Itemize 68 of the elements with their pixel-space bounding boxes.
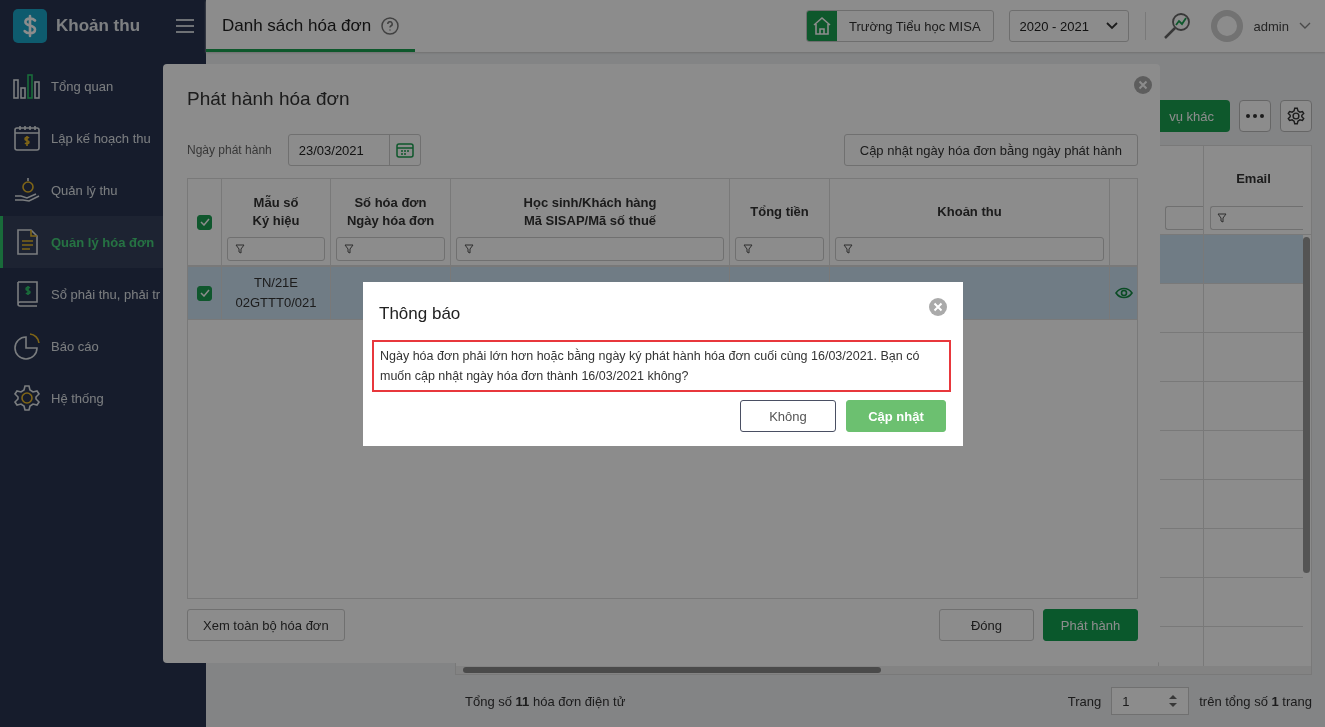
more-button[interactable] (1239, 100, 1271, 132)
school-button[interactable]: Trường Tiểu học MISA (805, 10, 994, 42)
scrollbar-thumb[interactable] (1303, 237, 1310, 573)
filter-icon (843, 244, 853, 254)
warning-message: Ngày hóa đơn phải lớn hơn hoặc bằng ngày ký phát hành hóa đơn cuối cùng 16/03/2021. Bạn có muốn cập nhật ngày hóa đơn thành 16/03/2021 không? (372, 340, 951, 392)
menu-icon[interactable] (176, 18, 194, 34)
calendar-icon[interactable] (395, 142, 414, 158)
filter-icon (1217, 213, 1227, 223)
dialog-title: Phát hành hóa đơn (187, 88, 351, 111)
column-header: Email (1235, 171, 1272, 186)
page-tab[interactable]: Danh sách hóa đơn (206, 0, 416, 52)
settings-icon (13, 384, 41, 412)
user-menu[interactable]: admin (1253, 18, 1289, 34)
app-title: Khoản thu (56, 16, 142, 36)
filter-icon (344, 244, 354, 254)
home-icon (811, 16, 832, 36)
column-header: Khoản thu (936, 203, 1003, 221)
chevron-down-icon (1105, 22, 1118, 30)
close-button[interactable]: Đóng (939, 609, 1034, 641)
dialog-title: Thông báo (379, 304, 461, 325)
year-select[interactable]: 2020 - 2021 (1008, 10, 1129, 42)
sidebar-item[interactable]: Báo cáo (0, 320, 206, 372)
update-date-button[interactable]: Cập nhật ngày hóa đơn bằng ngày phát hành (843, 134, 1138, 166)
filter-field[interactable] (1165, 206, 1203, 230)
sidebar-item[interactable]: Quản lý thu (0, 164, 206, 216)
filter-icon (464, 244, 474, 254)
column-header: Số hóa đơn Ngày hóa đơn (345, 194, 436, 230)
date-field[interactable]: 23/03/2021 (287, 134, 421, 166)
pie-chart-icon (13, 332, 41, 360)
filter-field[interactable] (735, 237, 824, 261)
column-header: Mẫu số Ký hiệu (251, 194, 301, 230)
cancel-button[interactable]: Không (740, 400, 836, 432)
date-label: Ngày phát hành (187, 143, 272, 157)
page-total: trên tổng số 1 trang (1199, 693, 1312, 709)
filter-icon (235, 244, 245, 254)
column-header: Học sinh/Khách hàng Mã SISAP/Mã số thuế (522, 194, 658, 230)
select-all-checkbox[interactable] (197, 214, 212, 230)
eye-icon[interactable] (1114, 287, 1133, 299)
page-number-field[interactable]: 1 (1111, 687, 1190, 715)
column-header: Tổng tiền (749, 203, 810, 221)
close-icon[interactable] (929, 298, 947, 316)
sidebar-item[interactable]: Sổ phải thu, phải tr (0, 268, 206, 320)
view-all-button[interactable]: Xem toàn bộ hóa đơn (187, 609, 345, 641)
filter-icon (743, 244, 753, 254)
help-icon[interactable] (381, 17, 400, 35)
settings-button[interactable] (1280, 100, 1312, 132)
more-icon (1246, 114, 1264, 118)
calendar-icon (13, 124, 41, 152)
spinner-arrows-icon[interactable] (1168, 693, 1179, 709)
filter-field[interactable] (456, 237, 724, 261)
scrollbar-thumb[interactable] (463, 667, 881, 673)
row-checkbox[interactable] (197, 285, 212, 301)
filter-field[interactable] (835, 237, 1104, 261)
chevron-down-icon[interactable] (1299, 22, 1311, 30)
settings-icon (1287, 107, 1305, 125)
invoice-count: Tổng số 11 hóa đơn điện tử (465, 693, 626, 709)
table-cell-text: TN/21E 02GTTT0/021 (235, 274, 317, 312)
filter-field[interactable] (336, 237, 445, 261)
sidebar-item[interactable]: Hệ thống (0, 372, 206, 424)
avatar-icon[interactable] (1209, 9, 1244, 43)
page-label: Trang (1067, 693, 1102, 709)
filter-field[interactable] (1210, 206, 1303, 230)
close-icon[interactable] (1134, 76, 1152, 94)
hand-coin-icon (13, 176, 41, 204)
dollar-logo-icon (13, 9, 47, 43)
issue-button[interactable]: Phát hành (1043, 609, 1138, 641)
filter-field[interactable] (227, 237, 325, 261)
bar-chart-icon (13, 72, 41, 100)
